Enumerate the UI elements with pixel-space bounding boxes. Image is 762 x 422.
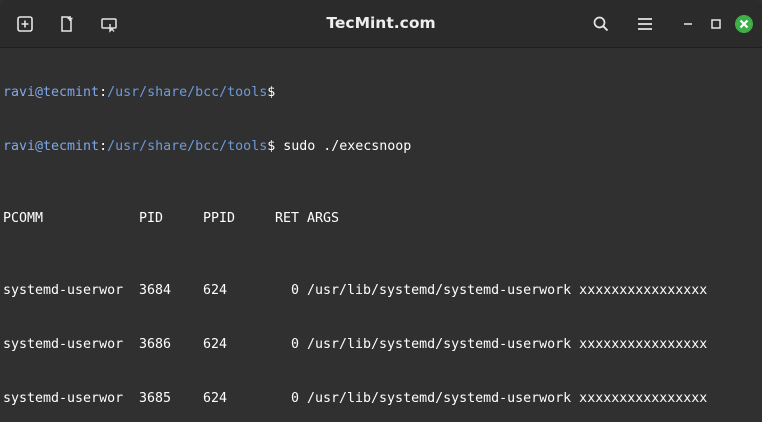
prompt-dollar: $	[267, 85, 276, 100]
header-pid: PID	[139, 211, 164, 226]
cell-ret: 0	[290, 283, 299, 298]
prompt-path: /usr/share/bcc/tools	[107, 139, 268, 154]
table-row: systemd-userwor 3684 624 0/usr/lib/systemd/…	[3, 282, 762, 300]
cell-ppid: 624	[203, 391, 228, 406]
search-button[interactable]	[589, 12, 613, 36]
prompt-separator: :	[99, 139, 108, 154]
cell-ppid: 624	[203, 337, 228, 352]
new-window-button[interactable]	[55, 12, 79, 36]
maximize-icon	[711, 19, 721, 29]
minimize-button[interactable]	[676, 12, 700, 36]
close-button[interactable]	[732, 12, 756, 36]
prompt-separator: :	[99, 85, 108, 100]
prompt-line: ravi@tecmint:/usr/share/bcc/tools$ sudo …	[3, 138, 762, 156]
hamburger-menu-icon	[638, 18, 652, 30]
cell-pid: 3684	[139, 283, 172, 298]
minimize-icon	[684, 23, 692, 25]
header-ppid: PPID	[203, 211, 236, 226]
close-icon	[735, 15, 753, 33]
cell-pcomm: systemd-userwor	[3, 337, 124, 352]
cell-args: /usr/lib/systemd/systemd-userwork xxxxxx…	[307, 337, 708, 352]
plus-square-icon	[17, 16, 33, 32]
prompt-path: /usr/share/bcc/tools	[107, 85, 268, 100]
cell-pid: 3685	[139, 391, 172, 406]
cell-ret: 0	[290, 337, 299, 352]
title-bar: TecMint.com	[0, 0, 762, 48]
search-icon	[593, 16, 609, 32]
prompt-line: ravi@tecmint:/usr/share/bcc/tools$	[3, 84, 762, 102]
table-row: systemd-userwor 3686 624 0/usr/lib/systemd/…	[3, 336, 762, 354]
prompt-user-host: ravi@tecmint	[3, 85, 100, 100]
new-document-icon	[61, 16, 73, 32]
cell-pcomm: systemd-userwor	[3, 283, 124, 298]
prompt-user-host: ravi@tecmint	[3, 139, 100, 154]
header-args: ARGS	[307, 211, 340, 226]
header-pcomm: PCOMM	[3, 211, 44, 226]
table-header: PCOMM PID PPID RET ARGS	[3, 210, 762, 228]
terminal-window: TecMint.com ravi@tecmint:/usr/share/bcc/…	[0, 0, 762, 422]
table-row: systemd-userwor 3685 624 0/usr/lib/systemd/…	[3, 390, 762, 408]
terminal-output[interactable]: ravi@tecmint:/usr/share/bcc/tools$ ravi@…	[0, 48, 762, 422]
cell-ppid: 624	[203, 283, 228, 298]
command-text: sudo ./execsnoop	[275, 139, 412, 154]
window-pointer-icon	[101, 18, 117, 33]
new-tab-button[interactable]	[13, 12, 37, 36]
header-ret: RET	[274, 211, 299, 226]
cell-pcomm: systemd-userwor	[3, 391, 124, 406]
cell-ret: 0	[290, 391, 299, 406]
maximize-button[interactable]	[704, 12, 728, 36]
menu-button[interactable]	[633, 12, 657, 36]
cell-args: /usr/lib/systemd/systemd-userwork xxxxxx…	[307, 391, 708, 406]
cell-pid: 3686	[139, 337, 172, 352]
detach-button[interactable]	[97, 12, 121, 36]
cell-args: /usr/lib/systemd/systemd-userwork xxxxxx…	[307, 283, 708, 298]
